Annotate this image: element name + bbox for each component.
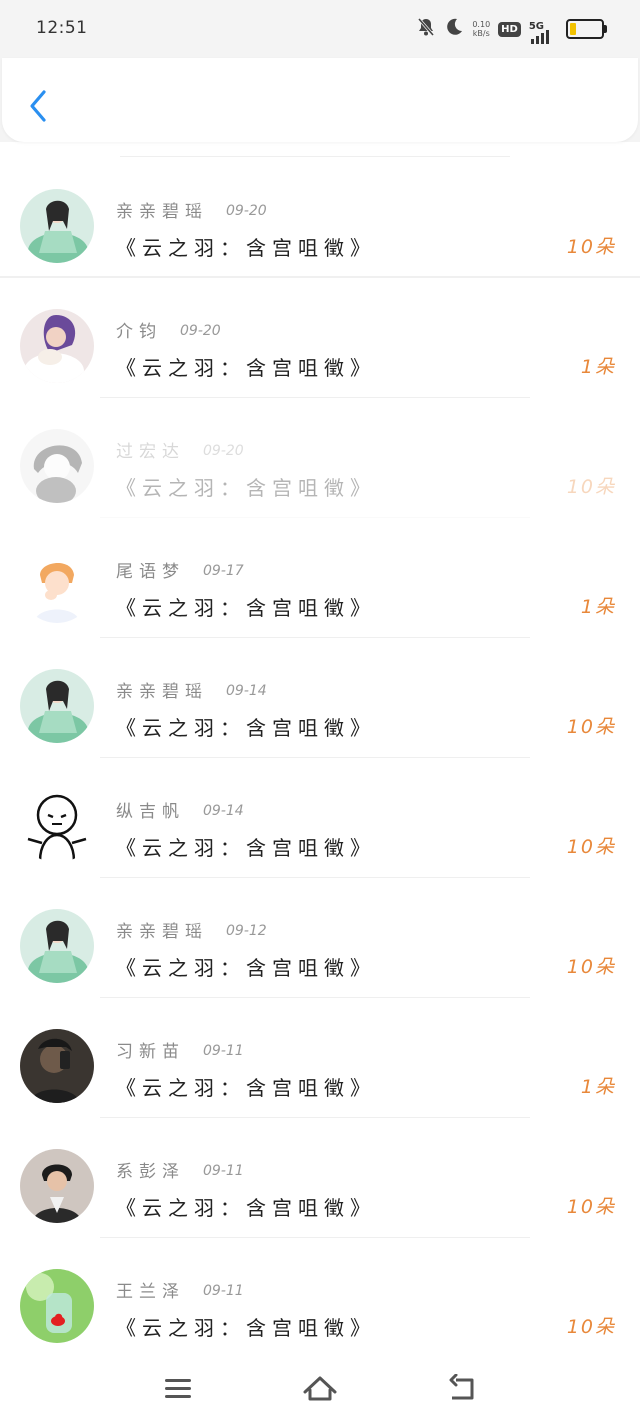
sender-name: 系彭泽	[116, 1162, 185, 1182]
status-icons: 0.10 kB/s HD 5G	[416, 14, 607, 44]
name-line: 亲亲碧瑶 09-20	[116, 194, 267, 222]
avatar[interactable]	[20, 309, 94, 383]
name-line: 尾语梦 09-17	[116, 554, 244, 582]
work-title: 《云之羽：含宫咀徵》	[116, 1316, 376, 1340]
sender-name: 纵吉帆	[116, 802, 185, 822]
avatar[interactable]	[20, 429, 94, 503]
flower-count: 1朵	[580, 1076, 616, 1098]
list-item[interactable]: 尾语梦 09-17 《云之羽：含宫咀徵》 1朵	[0, 518, 640, 638]
send-date: 09-14	[226, 683, 267, 699]
system-nav-bar	[0, 1350, 640, 1427]
flower-count: 10朵	[566, 956, 616, 978]
avatar[interactable]	[20, 669, 94, 743]
flower-count: 10朵	[566, 836, 616, 858]
flower-count: 10朵	[566, 1316, 616, 1338]
list-item[interactable]: 亲亲碧瑶 09-20 《云之羽：含宫咀徵》 10朵	[0, 158, 640, 278]
send-date: 09-11	[203, 1043, 244, 1059]
send-date: 09-20	[180, 323, 221, 339]
divider	[120, 156, 510, 157]
menu-button[interactable]	[156, 1368, 200, 1408]
list-item[interactable]: 过宏达 09-20 《云之羽：含宫咀徵》 10朵	[0, 398, 640, 518]
status-time: 12:51	[36, 18, 88, 38]
header-card	[2, 58, 638, 142]
status-bar: 12:51 0.10 kB/s HD 5G	[0, 0, 640, 58]
sender-name: 过宏达	[116, 442, 185, 462]
send-date: 09-20	[226, 203, 267, 219]
flower-count: 1朵	[580, 596, 616, 618]
sender-name: 介钧	[116, 322, 162, 342]
list-item[interactable]: 王兰泽 09-11 《云之羽：含宫咀徵》 10朵	[0, 1238, 640, 1358]
back-button[interactable]	[22, 86, 54, 126]
send-date: 09-12	[226, 923, 267, 939]
flower-count: 10朵	[566, 236, 616, 258]
home-button[interactable]	[298, 1368, 342, 1408]
net-speed: 0.10 kB/s	[472, 20, 491, 38]
send-date: 09-14	[203, 803, 244, 819]
name-line: 习新苗 09-11	[116, 1034, 244, 1062]
sender-name: 亲亲碧瑶	[116, 202, 208, 222]
work-title: 《云之羽：含宫咀徵》	[116, 1076, 376, 1100]
work-title: 《云之羽：含宫咀徵》	[116, 716, 376, 740]
name-line: 纵吉帆 09-14	[116, 794, 244, 822]
list-item[interactable]: 介钧 09-20 《云之羽：含宫咀徵》 1朵	[0, 278, 640, 398]
flower-count: 10朵	[566, 716, 616, 738]
name-line: 亲亲碧瑶 09-14	[116, 674, 267, 702]
work-title: 《云之羽：含宫咀徵》	[116, 236, 376, 260]
send-date: 09-11	[203, 1163, 244, 1179]
name-line: 过宏达 09-20	[116, 434, 244, 462]
sender-name: 亲亲碧瑶	[116, 682, 208, 702]
moon-icon	[444, 17, 464, 41]
header	[0, 58, 640, 142]
battery-fill	[570, 23, 576, 35]
sender-name: 习新苗	[116, 1042, 185, 1062]
back-nav-button[interactable]	[440, 1368, 484, 1408]
send-date: 09-11	[203, 1283, 244, 1299]
chevron-left-icon	[30, 90, 46, 122]
avatar[interactable]	[20, 189, 94, 263]
list-item[interactable]: 纵吉帆 09-14 《云之羽：含宫咀徵》 10朵	[0, 758, 640, 878]
work-title: 《云之羽：含宫咀徵》	[116, 596, 376, 620]
sender-name: 亲亲碧瑶	[116, 922, 208, 942]
send-date: 09-17	[203, 563, 244, 579]
work-title: 《云之羽：含宫咀徵》	[116, 1196, 376, 1220]
work-title: 《云之羽：含宫咀徵》	[116, 956, 376, 980]
name-line: 亲亲碧瑶 09-12	[116, 914, 267, 942]
flower-count: 1朵	[580, 356, 616, 378]
home-icon	[303, 1376, 337, 1401]
avatar[interactable]	[20, 549, 94, 623]
sender-name: 尾语梦	[116, 562, 185, 582]
list-item[interactable]: 系彭泽 09-11 《云之羽：含宫咀徵》 10朵	[0, 1118, 640, 1238]
battery-icon	[566, 19, 607, 39]
list-item[interactable]: 亲亲碧瑶 09-12 《云之羽：含宫咀徵》 10朵	[0, 878, 640, 998]
flower-count: 10朵	[566, 476, 616, 498]
avatar[interactable]	[20, 1269, 94, 1343]
hd-badge: HD	[498, 21, 521, 37]
sender-name: 王兰泽	[116, 1282, 185, 1302]
send-date: 09-20	[203, 443, 244, 459]
mute-bell-icon	[416, 17, 436, 41]
work-title: 《云之羽：含宫咀徵》	[116, 476, 376, 500]
avatar[interactable]	[20, 909, 94, 983]
signal-icon: 5G	[529, 20, 549, 44]
name-line: 系彭泽 09-11	[116, 1154, 244, 1182]
flower-count: 10朵	[566, 1196, 616, 1218]
avatar[interactable]	[20, 789, 94, 863]
avatar[interactable]	[20, 1149, 94, 1223]
name-line: 王兰泽 09-11	[116, 1274, 244, 1302]
list-item[interactable]: 习新苗 09-11 《云之羽：含宫咀徵》 1朵	[0, 998, 640, 1118]
work-title: 《云之羽：含宫咀徵》	[116, 836, 376, 860]
list-item[interactable]: 亲亲碧瑶 09-14 《云之羽：含宫咀徵》 10朵	[0, 638, 640, 758]
menu-icon	[165, 1379, 191, 1398]
avatar[interactable]	[20, 1029, 94, 1103]
name-line: 介钧 09-20	[116, 314, 221, 342]
work-title: 《云之羽：含宫咀徵》	[116, 356, 376, 380]
back-icon	[449, 1374, 474, 1400]
